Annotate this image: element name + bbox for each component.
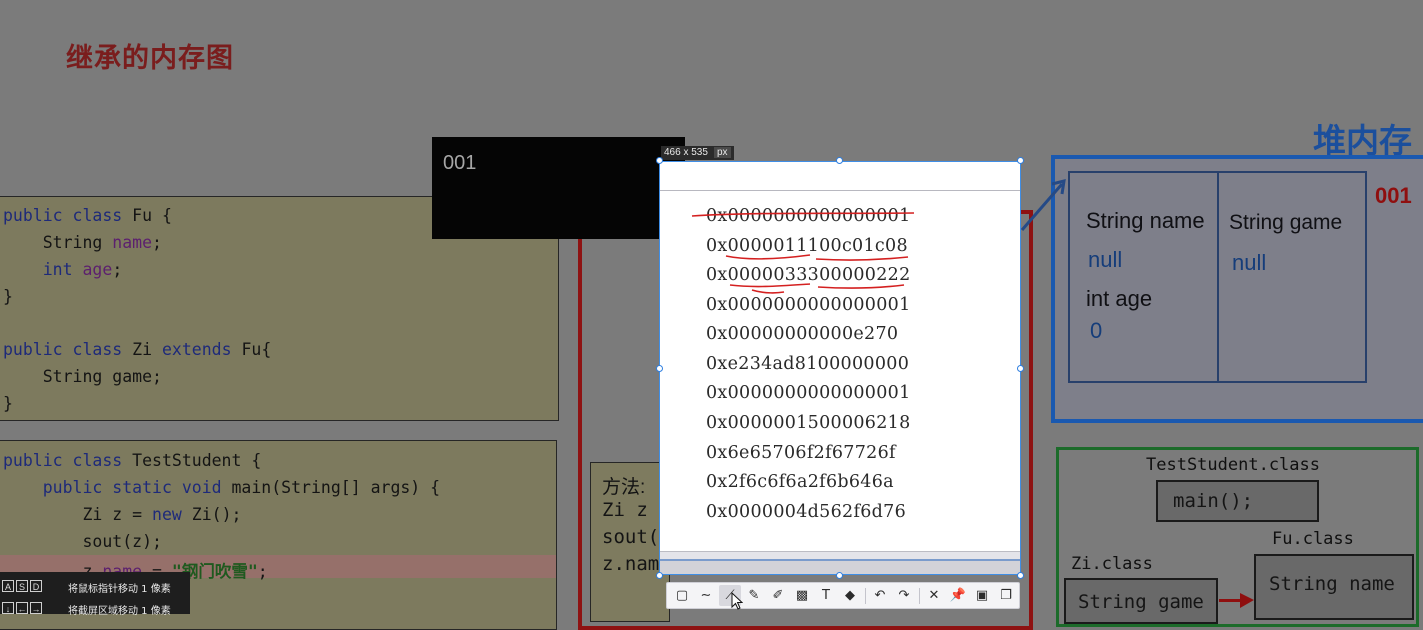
code-line: }	[3, 394, 13, 413]
method-line: z.nam	[602, 553, 660, 575]
resize-handle-se[interactable]	[1017, 572, 1024, 579]
heap-divider	[1217, 171, 1219, 383]
code-line: public class Zi extends Fu{	[3, 340, 272, 359]
test-class-label: TestStudent.class	[1146, 455, 1320, 475]
fu-member: String name	[1269, 573, 1395, 595]
inherit-arrow-head	[1240, 593, 1254, 608]
fu-class-label: Fu.class	[1272, 529, 1354, 549]
key-hint: ←	[16, 602, 28, 614]
key-hint: D	[30, 580, 42, 592]
screenshot-toolbar: ▢ ∼ ⟋ ✎ ✐ ▩ T ◆ ↶ ↷ ✕ 📌 ▣ ❐	[666, 582, 1020, 609]
slide-title: 继承的内存图	[66, 43, 234, 73]
resize-handle-w[interactable]	[656, 365, 663, 372]
method-line: 方法:	[602, 477, 646, 498]
copy-icon[interactable]: ❐	[995, 585, 1017, 606]
code-line: }	[3, 287, 13, 306]
close-icon[interactable]: ✕	[923, 585, 945, 606]
pen-annotations	[691, 212, 915, 294]
save-icon[interactable]: ▣	[971, 585, 993, 606]
pin-icon[interactable]: 📌	[947, 585, 969, 606]
mosaic-icon[interactable]: ▩	[791, 585, 813, 606]
code-line: public static void main(String[] args) {	[42, 478, 441, 497]
mouse-cursor-icon	[731, 592, 743, 610]
redo-icon[interactable]: ↷	[893, 585, 915, 606]
code-line: public class TestStudent {	[3, 451, 262, 470]
preview-text: 001	[443, 152, 477, 174]
zi-class-label: Zi.class	[1071, 554, 1153, 574]
resize-handle-nw[interactable]	[656, 157, 663, 164]
keyboard-hint-bar: A S D 将鼠标指针移动 1 像素 ↓ ← → 将截屏区域移动 1 像素	[0, 572, 190, 617]
marker-icon[interactable]: ✐	[767, 585, 789, 606]
code-line: int age;	[42, 260, 123, 279]
code-line: Zi z = new Zi();	[3, 505, 242, 524]
resize-handle-ne[interactable]	[1017, 157, 1024, 164]
resize-handle-s[interactable]	[836, 572, 843, 579]
eraser-icon[interactable]: ◆	[839, 585, 861, 606]
heap-age-label: int age	[1086, 286, 1153, 311]
resize-handle-n[interactable]	[836, 157, 843, 164]
curve-icon[interactable]: ∼	[695, 585, 717, 606]
key-hint: A	[2, 580, 14, 592]
selection-unit: px	[713, 147, 731, 158]
heap-name-label: String name	[1086, 208, 1205, 233]
heap-name-value: null	[1088, 247, 1123, 272]
toolbar-separator	[919, 588, 920, 604]
toolbar-separator	[865, 588, 866, 604]
code-line: sout(z);	[3, 532, 162, 551]
method-line: Zi z	[602, 499, 648, 521]
main-method-label: main();	[1173, 490, 1254, 512]
reference-arrow	[1020, 178, 1066, 231]
heap-game-value: null	[1232, 250, 1267, 275]
text-icon[interactable]: T	[815, 585, 837, 606]
key-hint: ↓	[2, 602, 14, 614]
undo-icon[interactable]: ↶	[869, 585, 891, 606]
color-preview-box: 001	[432, 137, 685, 239]
selection-size: 466 x 535	[664, 147, 708, 158]
key-hint: S	[16, 580, 28, 592]
code-line: String name;	[3, 233, 162, 252]
heap-game-label: String game	[1229, 211, 1343, 234]
heap-age-value: 0	[1090, 318, 1103, 343]
pen-icon[interactable]: ✎	[743, 585, 765, 606]
code-line: public class Fu {	[3, 206, 172, 225]
hint-text: 将截屏区域移动 1 像素	[68, 606, 171, 617]
key-hint: →	[30, 602, 42, 614]
heap-address: 001	[1375, 183, 1412, 208]
zi-member: String game	[1078, 591, 1204, 613]
method-box: 方法: Zi z sout( z.nam	[590, 462, 670, 622]
rectangle-icon[interactable]: ▢	[671, 585, 693, 606]
method-line: sout(	[602, 526, 660, 548]
resize-handle-e[interactable]	[1017, 365, 1024, 372]
selection-size-tag: 466 x 535 px	[661, 146, 734, 160]
code-line: String game;	[3, 367, 162, 386]
resize-handle-sw[interactable]	[656, 572, 663, 579]
screenshot-selection[interactable]: 0x0000000000000001 0x0000011100c01c08 0x…	[659, 161, 1021, 575]
hint-text: 将鼠标指针移动 1 像素	[68, 584, 171, 595]
